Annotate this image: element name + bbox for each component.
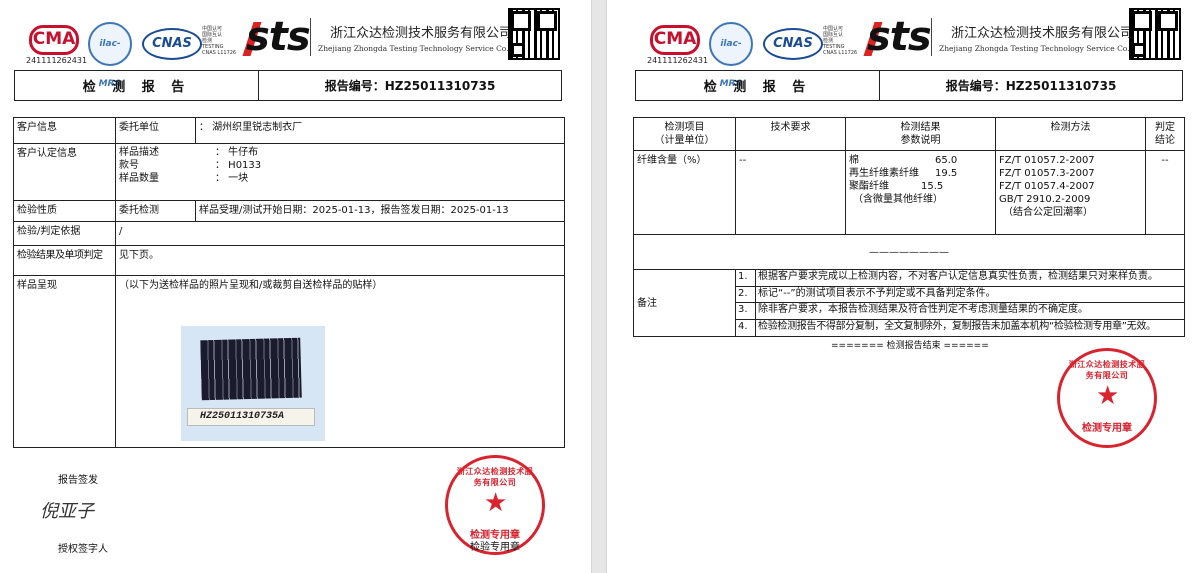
remark-item: 检验检测报告不得部分复制，全文复制除外，复制报告未加盖本机构“检验检测专用章”无… [758, 320, 1156, 332]
client-ident-label: 客户认定信息 [13, 143, 116, 201]
entrust-label: 委托单位 [115, 117, 196, 144]
report-number: 报告编号：HZ25011310735 [324, 79, 496, 93]
header-divider [310, 18, 311, 56]
row-item: 纤维含量（%） [633, 150, 736, 235]
fiber-value: 15.5 [921, 181, 944, 192]
inspection-seal: 浙江众达检测技术服务有限公司 ★ 检测专用章 [1057, 348, 1157, 448]
test-results-table: 检测项目 （计量单位） 技术要求 检测结果 参数说明 检测方法 判定 结论 纤维含量（… [633, 117, 1185, 338]
fiber-note: （含微量其他纤维） [853, 194, 943, 205]
cnas-logo: CNAS [763, 28, 823, 60]
cma-number: 241111262431 [647, 56, 709, 65]
fiber-value: 19.5 [935, 168, 958, 179]
entrust-value: ： 湖州织里锐志制衣厂 [195, 117, 565, 144]
remark-item: 根据客户要求完成以上检测内容，不对客户认定信息真实性负责，检测结果只对来样负责。 [756, 270, 1184, 287]
ilac-mra-logo: ilac-MRA [709, 22, 753, 89]
result-label: 检验结果及单项判定 [13, 245, 116, 276]
sample-label: 样品呈现 [13, 275, 116, 448]
remarks-block: 1. 根据客户要求完成以上检测内容，不对客户认定信息真实性负责，检测结果只对来样负… [735, 268, 1185, 338]
company-name-cn: 浙江众达检测技术服务有限公司 [330, 26, 513, 41]
report-page-2[interactable]: CMA 241111262431 ilac-MRA CNAS 中国认可 国际互认检… [607, 0, 1193, 573]
fiber-value: 65.0 [935, 155, 958, 166]
cnas-logo: CNAS [142, 28, 202, 60]
denim-swatch [200, 337, 302, 401]
blank-line: ———————— [633, 234, 1185, 270]
seal-overlay-text: 检验专用章 [470, 542, 520, 553]
company-name-en: Zhejiang Zhongda Testing Technology Serv… [939, 44, 1145, 53]
remarks-label: 备注 [633, 268, 736, 338]
client-ident-block: 样品描述 ： 牛仔布 款号 ： H0133 样品数量 ： 一块 [115, 143, 565, 201]
report-header: CMA 241111262431 ilac-MRA CNAS 中国认可 国际互认检… [0, 8, 591, 89]
cnas-text: 中国认可 国际互认 检测 TESTING CNAS L11726 [202, 26, 237, 56]
row-judge: -- [1145, 150, 1185, 235]
col-judge-header: 判定 结论 [1145, 117, 1185, 151]
sts-logo: sts [246, 14, 311, 60]
qty-label: 样品数量 [119, 173, 159, 184]
client-label: 客户信息 [13, 117, 116, 144]
header-divider [931, 18, 932, 56]
fiber-results: 棉 65.0 再生纤维素纤维 19.5 聚酯纤维 15.5 （含微量其他纤维） [845, 150, 996, 235]
cma-number: 241111262431 [26, 56, 88, 65]
signature: 倪亚子 [40, 501, 94, 522]
seal-bottom-text: 检测专用章 [1082, 423, 1132, 434]
cma-logo: CMA [650, 25, 700, 55]
nature-label: 检验性质 [13, 200, 116, 222]
seal-arc-text: 浙江众达检测技术服务有限公司 [456, 467, 534, 487]
page-gutter [591, 0, 607, 573]
signer-title: 报告签发 [58, 475, 98, 486]
report-page-1[interactable]: CMA 241111262431 ilac-MRA CNAS 中国认可 国际互认检… [0, 0, 591, 573]
auth-signer-label: 授权签字人 [58, 544, 108, 555]
report-title: 检 测 报 告 [636, 71, 880, 100]
qr-code-icon [1129, 8, 1181, 60]
dates-value: 样品受理/测试开始日期：2025-01-13，报告签发日期：2025-01-13 [195, 200, 565, 222]
fiber-name: 聚酯纤维 [849, 181, 889, 192]
company-name-en: Zhejiang Zhongda Testing Technology Serv… [318, 44, 524, 53]
seal-star-icon: ★ [484, 488, 508, 518]
qr-code-icon [508, 8, 560, 60]
col-result-header: 检测结果 参数说明 [845, 117, 996, 151]
fiber-name: 再生纤维素纤维 [849, 168, 919, 179]
style-label: 款号 [119, 160, 139, 171]
cnas-text: 中国认可 国际互认 检测 TESTING CNAS L11726 [823, 26, 858, 56]
nature-value: 委托检测 [115, 200, 196, 222]
basis-value: / [115, 221, 565, 246]
ilac-mra-logo: ilac-MRA [88, 22, 132, 89]
report-end-text: ======= 检测报告结束 ====== [831, 341, 989, 351]
seal-star-icon: ★ [1096, 381, 1120, 411]
report-number: 报告编号：HZ25011310735 [945, 79, 1117, 93]
col-req-header: 技术要求 [735, 117, 846, 151]
sts-logo: sts [867, 14, 932, 60]
title-bar: 检 测 报 告 报告编号：HZ25011310735 [635, 70, 1183, 101]
remark-item: 除非客户要求，本报告检测结果及符合性判定不考虑测量结果的不确定度。 [756, 303, 1184, 320]
sample-tag: HZ25011310735A [187, 408, 315, 426]
style-value: ： H0133 [215, 160, 262, 171]
basis-label: 检验/判定依据 [13, 221, 116, 246]
fiber-name: 棉 [849, 155, 859, 166]
seal-arc-text: 浙江众达检测技术服务有限公司 [1068, 360, 1146, 380]
sample-desc-label: 样品描述 [119, 147, 159, 158]
col-method-header: 检测方法 [995, 117, 1146, 151]
report-header-2: CMA 241111262431 ilac-MRA CNAS 中国认可 国际互认检… [607, 8, 1193, 89]
sample-photo: HZ25011310735A [181, 326, 325, 441]
report-title: 检 测 报 告 [15, 71, 259, 100]
sample-desc-value: ： 牛仔布 [215, 147, 259, 158]
row-req: -- [735, 150, 846, 235]
cma-logo: CMA [29, 25, 79, 55]
remark-item: 标记“--”的测试项目表示不予判定或不具备判定条件。 [756, 287, 1184, 304]
test-methods: FZ/T 01057.2-2007 FZ/T 01057.3-2007 FZ/T 0… [995, 150, 1146, 235]
qty-value: ： 一块 [215, 173, 249, 184]
title-bar: 检 测 报 告 报告编号：HZ25011310735 [14, 70, 562, 101]
col-item-header: 检测项目 （计量单位） [633, 117, 736, 151]
company-name-cn: 浙江众达检测技术服务有限公司 [951, 26, 1134, 41]
result-value: 见下页。 [115, 245, 565, 276]
